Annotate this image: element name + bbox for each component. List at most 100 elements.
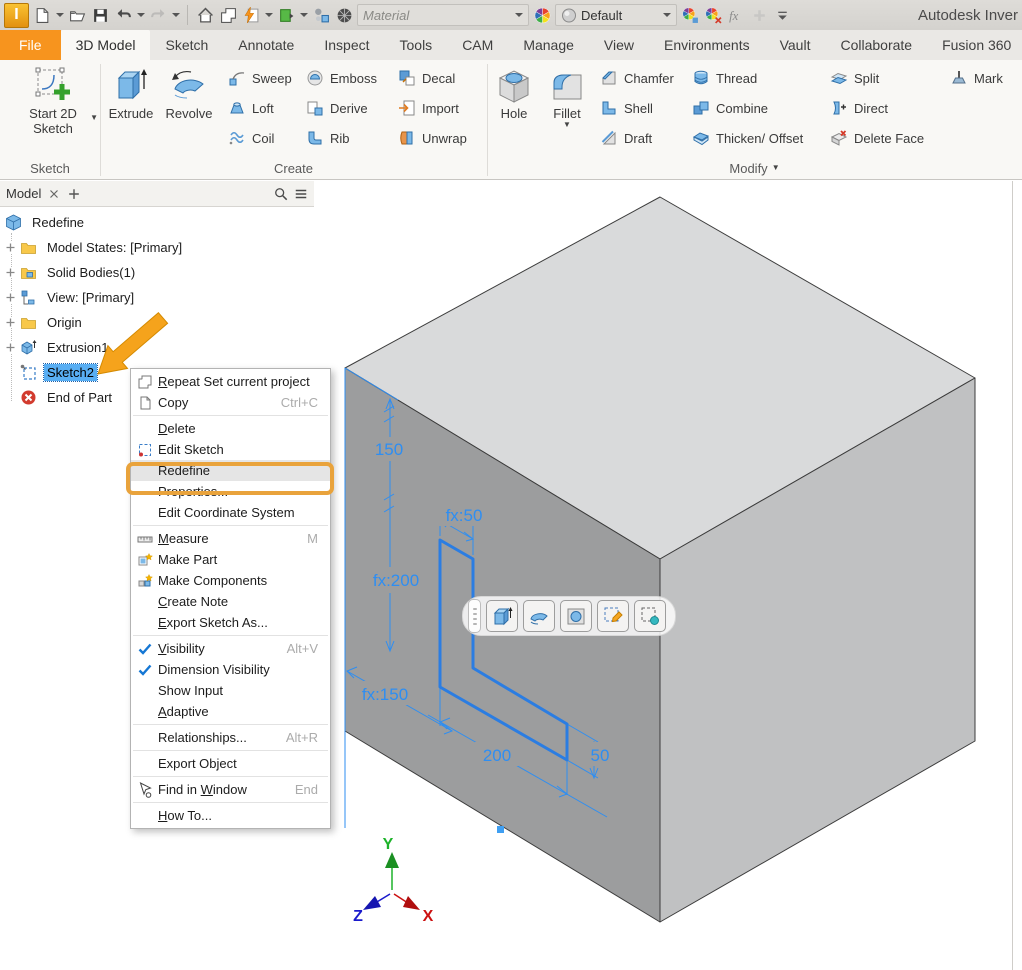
thicken-offset-button[interactable]: Thicken/ Offset bbox=[692, 123, 803, 153]
material-dropdown[interactable]: Material bbox=[357, 4, 529, 26]
browser-add-tab-icon[interactable] bbox=[67, 187, 81, 201]
extrude-icon[interactable] bbox=[486, 600, 518, 632]
menu-item-dimension-visibility[interactable]: Dimension Visibility bbox=[131, 659, 330, 680]
browser-close-icon[interactable] bbox=[47, 187, 61, 201]
split-button[interactable]: Split bbox=[830, 63, 924, 93]
browser-search-icon[interactable] bbox=[274, 187, 288, 201]
tab-collaborate[interactable]: Collaborate bbox=[825, 30, 927, 60]
menu-item-show-input[interactable]: Show Input bbox=[131, 680, 330, 701]
tab-view[interactable]: View bbox=[589, 30, 649, 60]
quick-update-caret-icon[interactable] bbox=[264, 4, 273, 26]
unwrap-button[interactable]: Unwrap bbox=[398, 123, 467, 153]
expand-icon[interactable] bbox=[5, 267, 20, 279]
combine-button[interactable]: Combine bbox=[692, 93, 803, 123]
sketch-point[interactable] bbox=[497, 826, 504, 833]
menu-item-how-to[interactable]: How To... bbox=[131, 805, 330, 826]
customize-toolbar-icon[interactable] bbox=[772, 4, 792, 26]
chamfer-button[interactable]: Chamfer bbox=[600, 63, 674, 93]
browser-tab-label[interactable]: Model bbox=[6, 186, 41, 201]
menu-item-export-object[interactable]: Export Object bbox=[131, 753, 330, 774]
sweep-button[interactable]: Sweep bbox=[228, 63, 292, 93]
menu-item-repeat-set-current-project[interactable]: Repeat Set current project bbox=[131, 371, 330, 392]
mini-toolbar-handle[interactable] bbox=[468, 599, 481, 633]
redo-caret-icon[interactable] bbox=[171, 4, 180, 26]
expand-icon[interactable] bbox=[5, 292, 20, 304]
tree-item-solid-bodies-1[interactable]: Solid Bodies(1) bbox=[0, 260, 314, 285]
insert-component-icon[interactable] bbox=[276, 4, 296, 26]
menu-item-export-sketch-as[interactable]: Export Sketch As... bbox=[131, 612, 330, 633]
insert-component-caret-icon[interactable] bbox=[299, 4, 308, 26]
direct-button[interactable]: Direct bbox=[830, 93, 924, 123]
emboss-button[interactable]: Emboss bbox=[306, 63, 377, 93]
dimension-200[interactable]: 200 bbox=[483, 746, 511, 765]
home-icon[interactable] bbox=[195, 4, 215, 26]
inventor-logo-icon[interactable]: I bbox=[4, 3, 29, 28]
tree-item-redefine[interactable]: Redefine bbox=[0, 210, 314, 235]
menu-item-edit-sketch[interactable]: Edit Sketch bbox=[131, 439, 330, 460]
hole-button[interactable]: Hole bbox=[490, 64, 538, 121]
appearance-dropdown[interactable]: Default bbox=[555, 4, 677, 26]
expand-icon[interactable] bbox=[5, 317, 20, 329]
tab-annotate[interactable]: Annotate bbox=[223, 30, 309, 60]
tab-cam[interactable]: CAM bbox=[447, 30, 508, 60]
render-sphere-icon[interactable] bbox=[334, 4, 354, 26]
tab-manage[interactable]: Manage bbox=[508, 30, 589, 60]
undo-icon[interactable] bbox=[113, 4, 133, 26]
add-icon[interactable] bbox=[749, 4, 769, 26]
shell-button[interactable]: Shell bbox=[600, 93, 674, 123]
menu-item-copy[interactable]: CopyCtrl+C bbox=[131, 392, 330, 413]
adjust-appearance-clear-icon[interactable] bbox=[703, 4, 723, 26]
dimension-fx50[interactable]: fx:50 bbox=[446, 506, 483, 525]
import-button[interactable]: Import bbox=[398, 93, 467, 123]
expand-icon[interactable] bbox=[5, 242, 20, 254]
thread-button[interactable]: Thread bbox=[692, 63, 803, 93]
menu-item-adaptive[interactable]: Adaptive bbox=[131, 701, 330, 722]
dimension-fx150[interactable]: fx:150 bbox=[362, 685, 408, 704]
menu-item-make-components[interactable]: Make Components bbox=[131, 570, 330, 591]
parameters-fx-icon[interactable]: fx bbox=[726, 4, 746, 26]
hole-icon[interactable] bbox=[560, 600, 592, 632]
sketch-visibility-icon[interactable] bbox=[634, 600, 666, 632]
start-2d-sketch-button[interactable]: Start 2D Sketch ▼ bbox=[10, 64, 96, 136]
expand-icon[interactable] bbox=[5, 342, 20, 354]
quick-update-icon[interactable] bbox=[241, 4, 261, 26]
color-wheel-icon[interactable] bbox=[532, 4, 552, 26]
tree-item-extrusion1[interactable]: Extrusion1 bbox=[0, 335, 314, 360]
menu-item-properties[interactable]: Properties... bbox=[131, 481, 330, 502]
menu-item-relationships[interactable]: Relationships...Alt+R bbox=[131, 727, 330, 748]
menu-item-visibility[interactable]: VisibilityAlt+V bbox=[131, 638, 330, 659]
dimension-150[interactable]: 150 bbox=[375, 440, 403, 459]
tab-sketch[interactable]: Sketch bbox=[150, 30, 223, 60]
adjust-appearance-add-icon[interactable] bbox=[680, 4, 700, 26]
switch-window-icon[interactable] bbox=[218, 4, 238, 26]
tab-fusion-360[interactable]: Fusion 360 bbox=[927, 30, 1022, 60]
dimension-50[interactable]: 50 bbox=[591, 746, 610, 765]
tab-tools[interactable]: Tools bbox=[385, 30, 448, 60]
tab-file[interactable]: File bbox=[0, 30, 61, 60]
menu-item-create-note[interactable]: Create Note bbox=[131, 591, 330, 612]
menu-item-make-part[interactable]: Make Part bbox=[131, 549, 330, 570]
new-document-icon[interactable] bbox=[32, 4, 52, 26]
revolve-button[interactable]: Revolve bbox=[160, 64, 218, 121]
rib-button[interactable]: Rib bbox=[306, 123, 377, 153]
tab-vault[interactable]: Vault bbox=[765, 30, 826, 60]
connections-icon[interactable] bbox=[311, 4, 331, 26]
revolve-icon[interactable] bbox=[523, 600, 555, 632]
mark-button[interactable]: Mark bbox=[950, 63, 1003, 93]
modify-group-label[interactable]: Modify▼ bbox=[487, 159, 1022, 177]
dimension-fx200[interactable]: fx:200 bbox=[373, 571, 419, 590]
extrude-button[interactable]: Extrude bbox=[104, 64, 158, 121]
new-document-caret-icon[interactable] bbox=[55, 4, 64, 26]
coil-button[interactable]: Coil bbox=[228, 123, 292, 153]
tree-item-model-states-primary[interactable]: Model States: [Primary] bbox=[0, 235, 314, 260]
open-icon[interactable] bbox=[67, 4, 87, 26]
browser-menu-icon[interactable] bbox=[294, 187, 308, 201]
tab-environments[interactable]: Environments bbox=[649, 30, 765, 60]
loft-button[interactable]: Loft bbox=[228, 93, 292, 123]
tab-3d-model[interactable]: 3D Model bbox=[61, 30, 151, 60]
menu-item-measure[interactable]: MeasureM bbox=[131, 528, 330, 549]
redo-icon[interactable] bbox=[148, 4, 168, 26]
tree-item-origin[interactable]: Origin bbox=[0, 310, 314, 335]
menu-item-edit-coordinate-system[interactable]: Edit Coordinate System bbox=[131, 502, 330, 523]
delete-face-button[interactable]: Delete Face bbox=[830, 123, 924, 153]
